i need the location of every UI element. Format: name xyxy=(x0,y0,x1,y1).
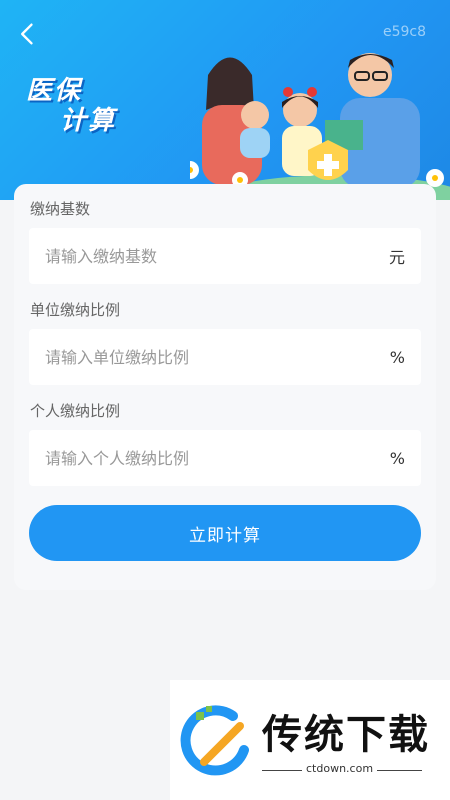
company-ratio-field[interactable]: % xyxy=(29,329,421,385)
personal-ratio-label: 个人缴纳比例 xyxy=(30,402,121,420)
base-input[interactable] xyxy=(45,246,389,266)
company-ratio-input[interactable] xyxy=(45,347,390,367)
base-label: 缴纳基数 xyxy=(30,200,91,218)
watermark: 传统下载 ctdown.com xyxy=(170,680,450,800)
page-title-line2: 计算 xyxy=(60,106,117,136)
family-illustration-icon xyxy=(190,53,450,200)
personal-ratio-field[interactable]: % xyxy=(29,430,421,486)
base-unit: 元 xyxy=(388,248,405,267)
calculator-card: 缴纳基数 元 单位缴纳比例 % 个人缴纳比例 % 立即计算 xyxy=(14,184,436,590)
company-ratio-label: 单位缴纳比例 xyxy=(30,301,121,319)
header-banner: e59c8 医保 计算 xyxy=(0,0,450,200)
personal-ratio-unit: % xyxy=(389,448,405,468)
calculate-button[interactable]: 立即计算 xyxy=(29,505,421,561)
brand-logo-icon xyxy=(180,705,249,776)
watermark-url: ctdown.com xyxy=(302,762,378,775)
watermark-brand: 传统下载 xyxy=(262,712,430,758)
company-ratio-unit: % xyxy=(389,347,405,367)
base-field[interactable]: 元 xyxy=(29,228,421,284)
personal-ratio-input[interactable] xyxy=(45,448,390,468)
back-arrow-icon[interactable] xyxy=(14,20,42,48)
